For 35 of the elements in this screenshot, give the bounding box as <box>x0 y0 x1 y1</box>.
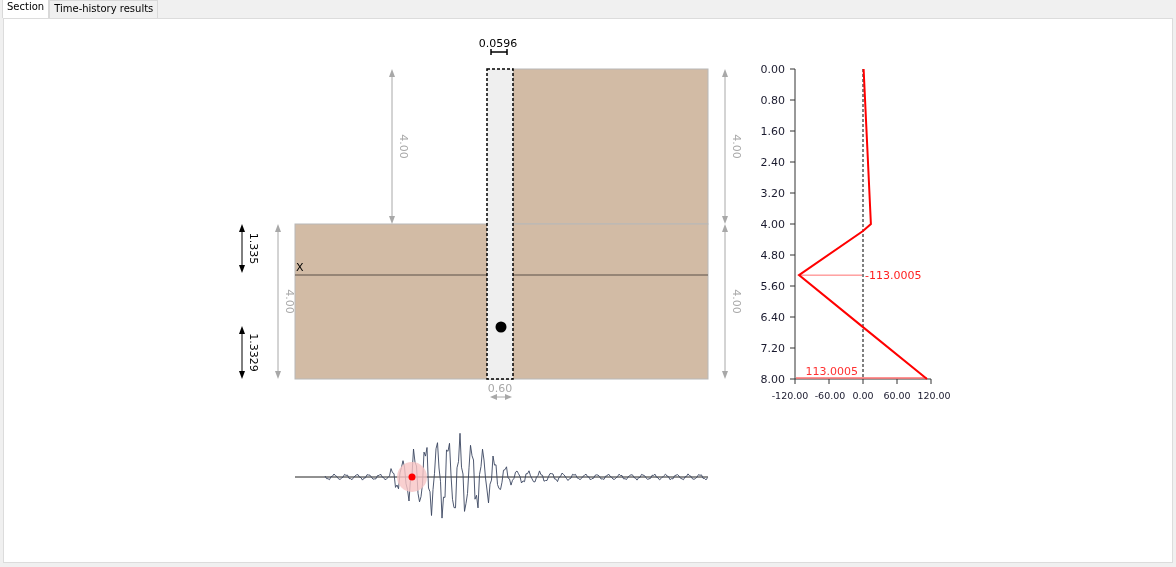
tick-label: 4.00 <box>760 218 785 231</box>
tick-label: 3.20 <box>760 187 785 200</box>
tick-label: 2.40 <box>760 156 785 169</box>
tick-label: 60.00 <box>883 390 911 401</box>
dimension-label: 4.00 <box>283 289 296 314</box>
tab[interactable]: Section <box>2 0 50 18</box>
value-label: -113.0005 <box>865 269 922 283</box>
dimension-arrow <box>239 326 245 379</box>
dimension-arrow <box>490 394 512 400</box>
tick-label: -120.00 <box>771 390 809 401</box>
tick-label: 120.00 <box>917 390 951 401</box>
tick-label: 4.80 <box>760 249 785 262</box>
width-marker-icon <box>490 48 508 56</box>
dimension-label: 0.60 <box>487 382 513 395</box>
tick-label: 5.60 <box>760 280 785 293</box>
axis-label: X <box>296 261 304 274</box>
tick-label: 1.60 <box>760 125 785 138</box>
tick-label: -60.00 <box>814 390 846 401</box>
tick-label: 7.20 <box>760 342 785 355</box>
tick-label: 8.00 <box>760 373 785 386</box>
dimension-arrow <box>239 224 245 273</box>
dimension-label: 4.00 <box>730 289 743 314</box>
tick-label: 0.80 <box>760 94 785 107</box>
leader-line <box>798 274 863 276</box>
value-label: 113.0005 <box>805 365 858 378</box>
tick-label: 0.00 <box>760 63 785 76</box>
dimension-label: 1.335 <box>247 232 260 265</box>
dimension-label: 1.3329 <box>247 333 260 372</box>
tab[interactable]: Time-history results <box>49 0 159 18</box>
point-marker <box>495 321 507 333</box>
dimension-label: 0.0596 <box>478 37 518 50</box>
tick-label: 6.40 <box>760 311 785 324</box>
dimension-label: 4.00 <box>397 134 410 159</box>
dimension-label: 4.00 <box>730 134 743 159</box>
tick-label: 0.00 <box>852 390 874 401</box>
